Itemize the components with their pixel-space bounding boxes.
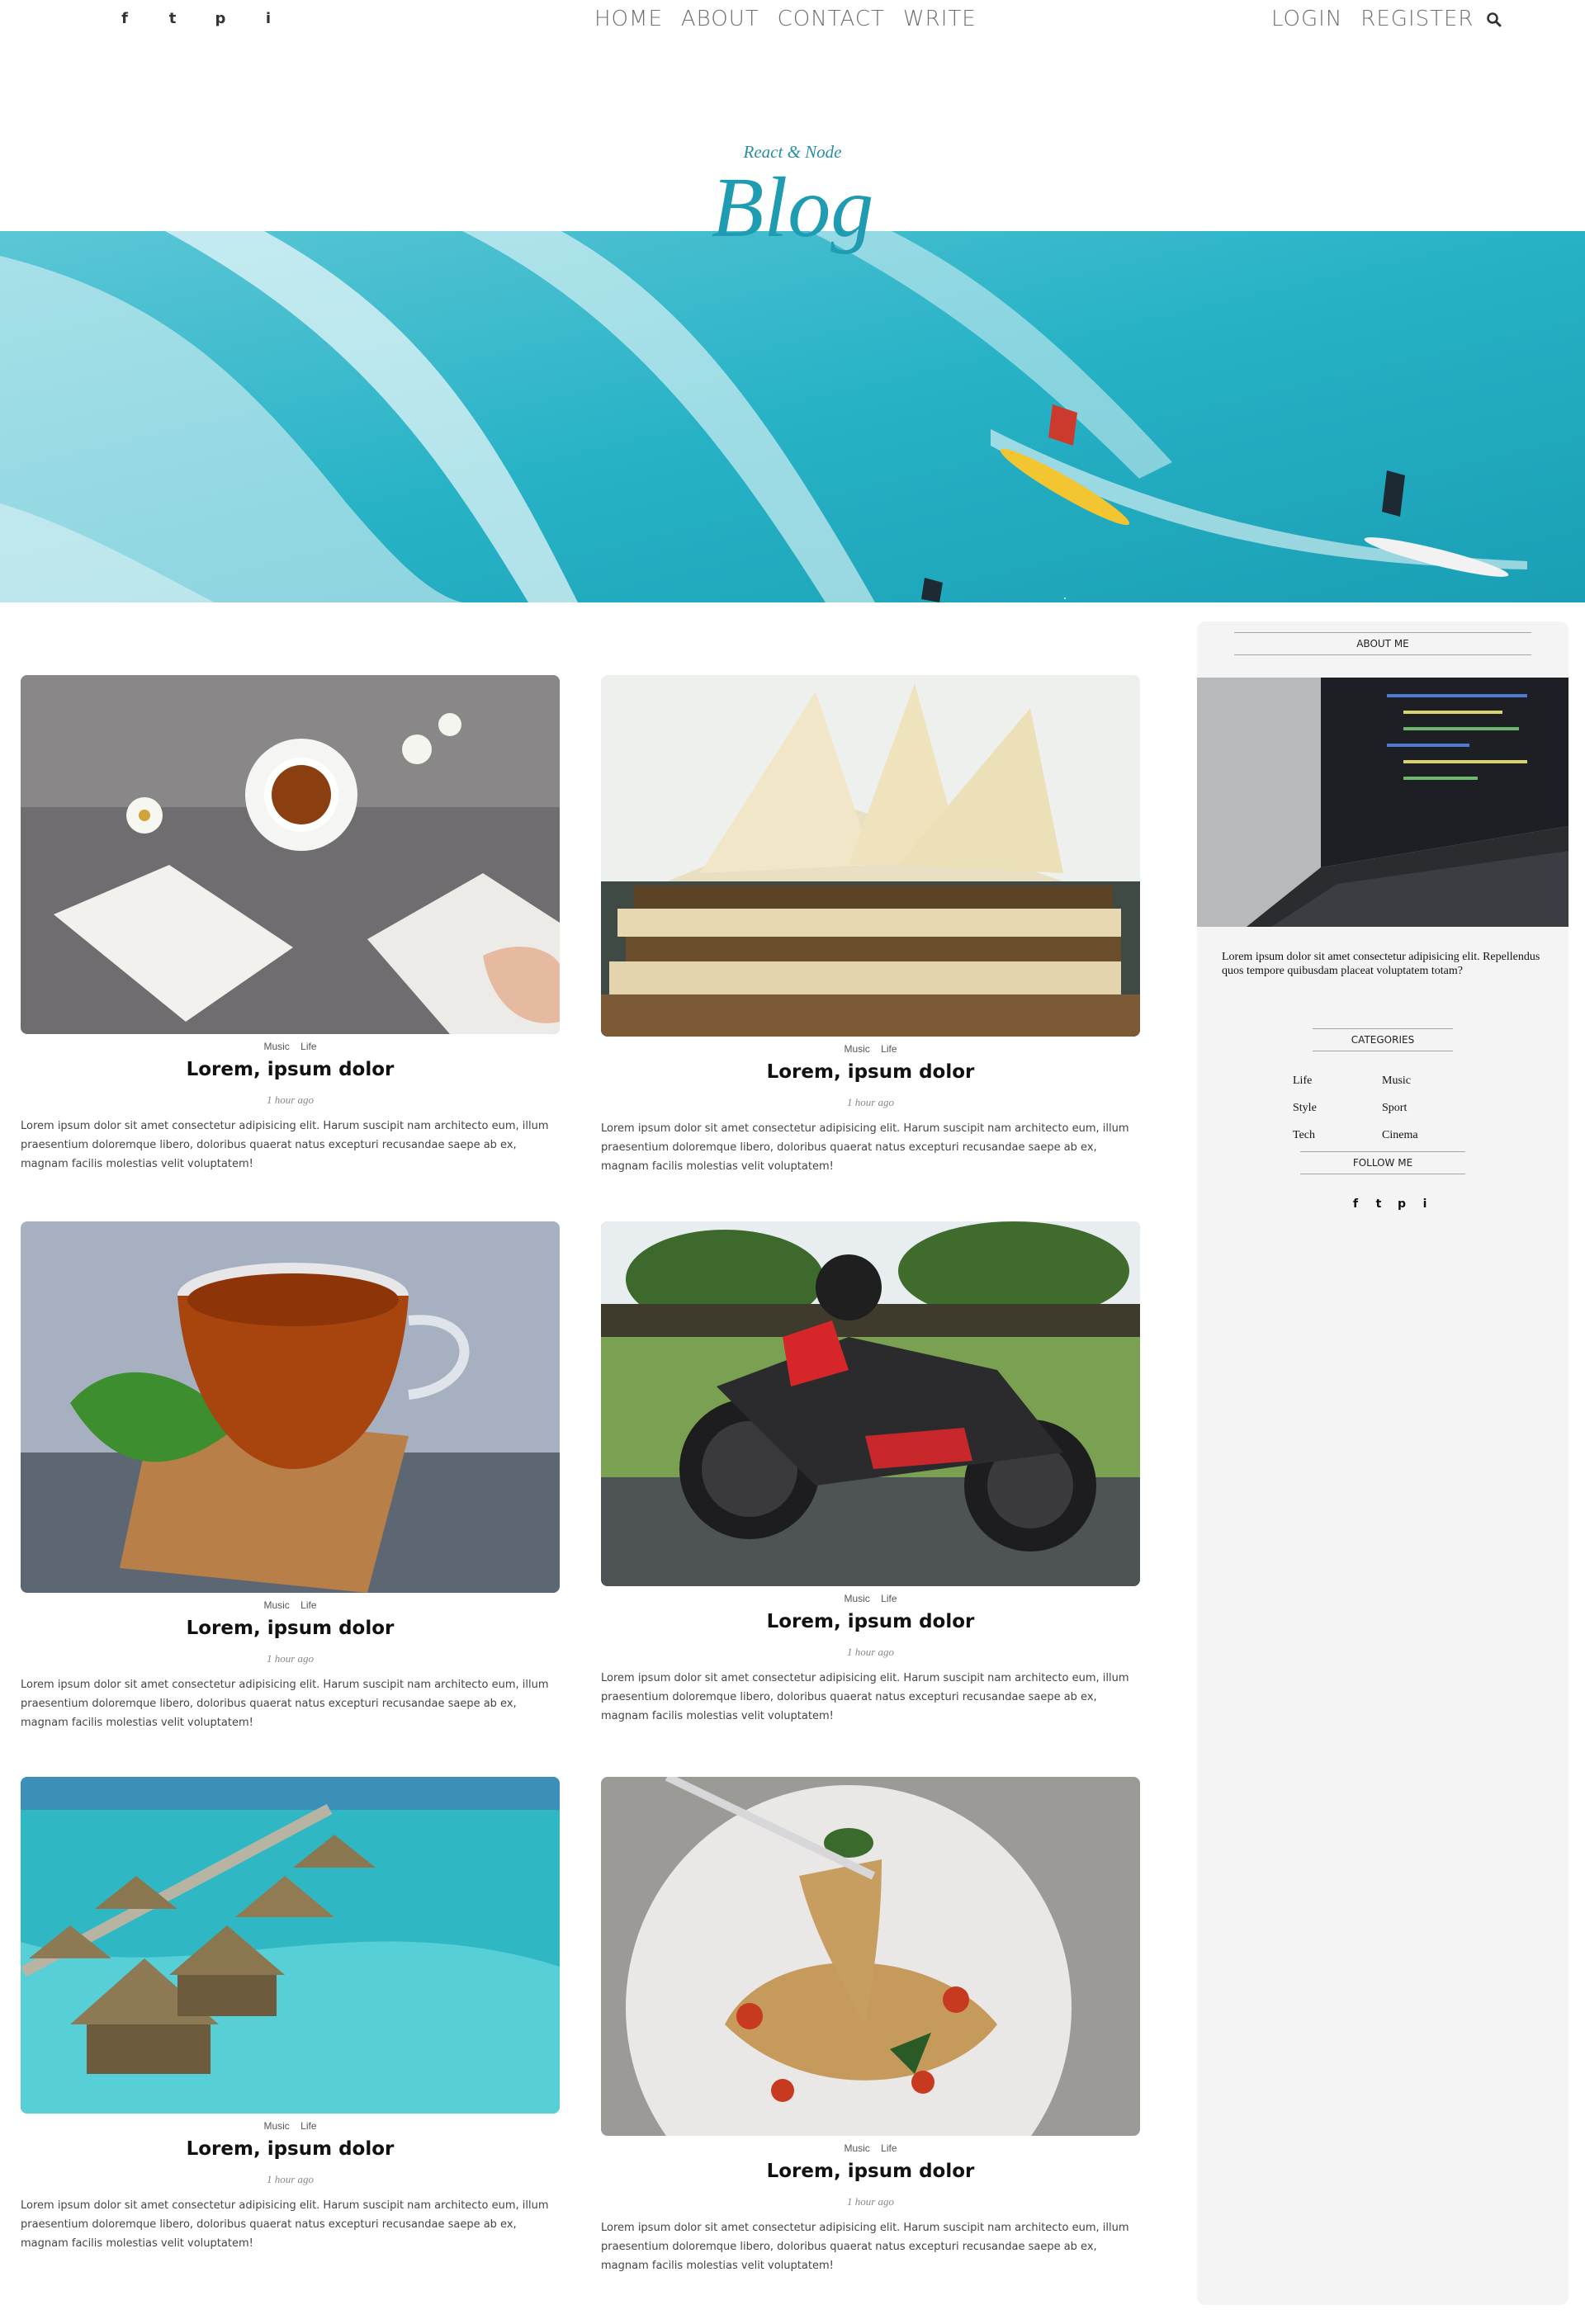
- category-item[interactable]: Sport: [1382, 1099, 1471, 1117]
- post-categories: Music Life: [601, 2142, 1140, 2154]
- post-card[interactable]: Music Life Lorem, ipsum dolor 1 hour ago…: [21, 675, 560, 1174]
- post-category[interactable]: Life: [300, 2120, 316, 2132]
- nav-about-link[interactable]: ABOUT: [681, 7, 759, 31]
- post-category[interactable]: Life: [300, 1599, 316, 1611]
- about-me-heading: ABOUT ME: [1234, 632, 1531, 655]
- about-me-text: Lorem ipsum dolor sit amet consectetur a…: [1222, 951, 1540, 977]
- search-icon[interactable]: [1486, 12, 1502, 28]
- twitter-icon[interactable]: t: [163, 10, 182, 28]
- auth-nav: LOGIN REGISTER: [1271, 7, 1474, 31]
- post-categories: Music Life: [21, 1041, 560, 1052]
- post-category[interactable]: Life: [881, 1593, 897, 1604]
- post-image[interactable]: [21, 1221, 560, 1593]
- register-link[interactable]: REGISTER: [1360, 7, 1474, 31]
- post-date: 1 hour ago: [846, 1646, 895, 1658]
- nav-contact-link[interactable]: CONTACT: [778, 7, 885, 31]
- facebook-icon[interactable]: f: [1349, 1197, 1362, 1211]
- post-title[interactable]: Lorem, ipsum dolor: [601, 1611, 1140, 1632]
- post-category[interactable]: Music: [263, 1041, 289, 1052]
- post-category[interactable]: Music: [844, 1593, 869, 1604]
- post-date: 1 hour ago: [266, 1094, 315, 1106]
- social-links: f t p i: [116, 10, 277, 28]
- categories-heading: CATEGORIES: [1313, 1028, 1453, 1051]
- category-item[interactable]: Style: [1293, 1099, 1382, 1117]
- post-date: 1 hour ago: [266, 1652, 315, 1665]
- follow-links: f t p i: [1349, 1197, 1431, 1211]
- post-title[interactable]: Lorem, ipsum dolor: [21, 2138, 560, 2160]
- post-category[interactable]: Music: [844, 2142, 869, 2154]
- post-category[interactable]: Life: [300, 1041, 316, 1052]
- post-category[interactable]: Music: [844, 1043, 869, 1055]
- instagram-icon[interactable]: i: [259, 10, 277, 28]
- post-title[interactable]: Lorem, ipsum dolor: [21, 1059, 560, 1080]
- post-description: Lorem ipsum dolor sit amet consectetur a…: [21, 2199, 549, 2250]
- hero-image: [0, 231, 1585, 602]
- main-nav: HOME ABOUT CONTACT WRITE: [594, 7, 977, 31]
- post-card[interactable]: Music Life Lorem, ipsum dolor 1 hour ago…: [21, 1777, 560, 2253]
- sidebar: ABOUT ME Lorem ipsum dolor sit amet cons…: [1197, 621, 1568, 2305]
- post-card[interactable]: Music Life Lorem, ipsum dolor 1 hour ago…: [601, 675, 1140, 1176]
- post-category[interactable]: Life: [881, 2142, 897, 2154]
- post-description: Lorem ipsum dolor sit amet consectetur a…: [601, 2222, 1129, 2272]
- post-image[interactable]: [601, 1221, 1140, 1586]
- follow-me-heading: FOLLOW ME: [1300, 1151, 1465, 1174]
- category-list: Life Music Style Sport Tech Cinema: [1293, 1072, 1491, 1144]
- header-title: Blog: [711, 160, 874, 255]
- nav-home-link[interactable]: HOME: [594, 7, 663, 31]
- post-card[interactable]: Music Life Lorem, ipsum dolor 1 hour ago…: [601, 1221, 1140, 1726]
- twitter-icon[interactable]: t: [1372, 1197, 1385, 1211]
- post-date: 1 hour ago: [846, 2195, 895, 2208]
- post-category[interactable]: Life: [881, 1043, 897, 1055]
- post-categories: Music Life: [601, 1043, 1140, 1055]
- post-categories: Music Life: [601, 1593, 1140, 1604]
- post-card[interactable]: Music Life Lorem, ipsum dolor 1 hour ago…: [601, 1777, 1140, 2275]
- post-categories: Music Life: [21, 1599, 560, 1611]
- post-image[interactable]: [601, 675, 1140, 1037]
- post-description: Lorem ipsum dolor sit amet consectetur a…: [601, 1122, 1129, 1173]
- post-title[interactable]: Lorem, ipsum dolor: [21, 1618, 560, 1639]
- category-item[interactable]: Life: [1293, 1072, 1382, 1089]
- category-item[interactable]: Cinema: [1382, 1127, 1471, 1144]
- post-image[interactable]: [21, 1777, 560, 2114]
- post-categories: Music Life: [21, 2120, 560, 2132]
- post-description: Lorem ipsum dolor sit amet consectetur a…: [21, 1120, 549, 1170]
- nav-write-link[interactable]: WRITE: [903, 7, 977, 31]
- post-card[interactable]: Music Life Lorem, ipsum dolor 1 hour ago…: [21, 1221, 560, 1732]
- pinterest-icon[interactable]: p: [1395, 1197, 1408, 1211]
- post-description: Lorem ipsum dolor sit amet consectetur a…: [601, 1672, 1129, 1722]
- category-item[interactable]: Tech: [1293, 1127, 1382, 1144]
- top-bar: f t p i HOME ABOUT CONTACT WRITE LOGIN R…: [0, 0, 1585, 41]
- pinterest-icon[interactable]: p: [211, 10, 229, 28]
- category-item[interactable]: Music: [1382, 1072, 1471, 1089]
- post-title[interactable]: Lorem, ipsum dolor: [601, 2161, 1140, 2182]
- instagram-icon[interactable]: i: [1418, 1197, 1431, 1211]
- post-image[interactable]: [21, 675, 560, 1034]
- post-category[interactable]: Music: [263, 2120, 289, 2132]
- post-category[interactable]: Music: [263, 1599, 289, 1611]
- about-me-image: [1197, 678, 1568, 927]
- post-title[interactable]: Lorem, ipsum dolor: [601, 1061, 1140, 1083]
- post-image[interactable]: [601, 1777, 1140, 2136]
- login-link[interactable]: LOGIN: [1271, 7, 1342, 31]
- facebook-icon[interactable]: f: [116, 10, 134, 28]
- post-date: 1 hour ago: [266, 2173, 315, 2185]
- post-description: Lorem ipsum dolor sit amet consectetur a…: [21, 1679, 549, 1729]
- post-date: 1 hour ago: [846, 1096, 895, 1108]
